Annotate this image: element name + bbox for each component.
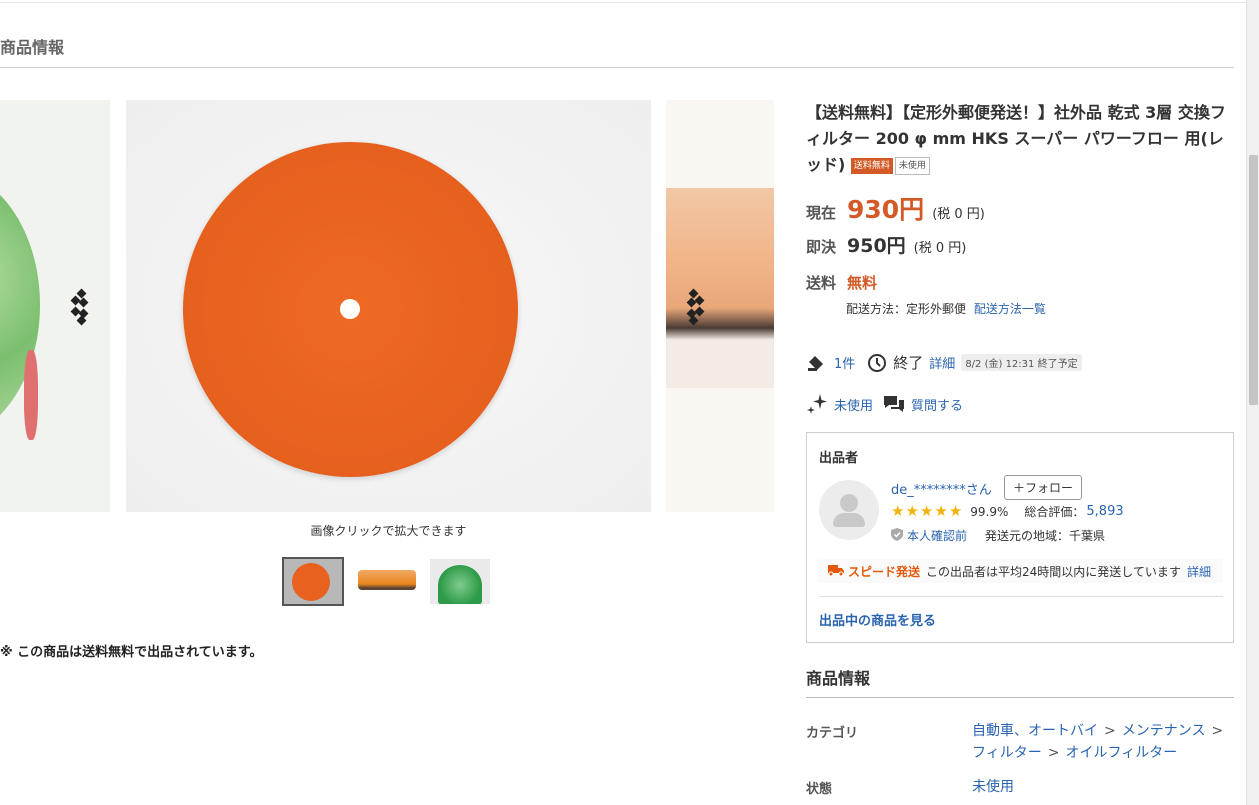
rating-percent: 99.9% bbox=[970, 504, 1009, 519]
star-rating: ★ ★ ★ ★ ★ bbox=[891, 504, 962, 519]
speed-shipping-text: この出品者は平均24時間以内に発送しています bbox=[926, 564, 1181, 579]
total-rating-label: 総合評価： bbox=[1024, 505, 1085, 519]
star-icon: ★ bbox=[919, 502, 934, 520]
gallery-prev-arrow-icon[interactable] bbox=[68, 286, 96, 328]
unused-badge: 未使用 bbox=[894, 157, 930, 175]
shipping-label: 送料 bbox=[806, 274, 837, 292]
condition-question-row: 未使用 質問する bbox=[806, 392, 963, 416]
info-heading: 商品情報 bbox=[806, 669, 871, 688]
top-divider bbox=[0, 0, 1246, 3]
speed-shipping-label: スピード発送 bbox=[848, 564, 921, 579]
total-rating-link[interactable]: 5,893 bbox=[1086, 504, 1123, 519]
category-breadcrumb: 自動車、オートバイ > メンテナンス > フィルター > オイルフィルター bbox=[972, 723, 1224, 761]
gallery-main-image[interactable] bbox=[126, 100, 651, 512]
star-icon: ★ bbox=[891, 502, 905, 520]
end-date: 8/2 (金) 12:31 終了予定 bbox=[961, 354, 1082, 371]
seller-name-link[interactable]: de_********さん bbox=[891, 479, 992, 498]
ask-question-link[interactable]: 質問する bbox=[911, 395, 963, 414]
current-price-tax: (税 0 円) bbox=[932, 207, 985, 222]
bid-end-row: 1件 終了 詳細 8/2 (金) 12:31 終了予定 bbox=[806, 352, 1082, 373]
truck-icon bbox=[819, 563, 848, 580]
star-icon: ★ bbox=[934, 502, 948, 520]
current-price-label: 現在 bbox=[806, 204, 837, 222]
speed-shipping-tag: スピード発送 bbox=[819, 563, 920, 580]
free-shipping-badge: 送料無料 bbox=[850, 158, 893, 174]
thumbnail-3[interactable] bbox=[430, 559, 490, 604]
follow-button[interactable]: ＋フォロー bbox=[1004, 475, 1082, 500]
buyout-price-label: 即決 bbox=[806, 238, 837, 256]
thumbnail-1[interactable] bbox=[282, 557, 344, 606]
thumbnail-strip bbox=[282, 557, 490, 606]
section-divider bbox=[0, 67, 1234, 68]
product-photo bbox=[183, 142, 518, 477]
current-price-value: 930円 bbox=[847, 195, 925, 224]
buyout-price-row: 即決 950円 (税 0 円) bbox=[806, 231, 966, 258]
end-detail-link[interactable]: 詳細 bbox=[929, 353, 955, 372]
bid-count-link[interactable]: 1件 bbox=[834, 353, 855, 372]
star-icon: ★ bbox=[948, 502, 963, 520]
seller-heading: 出品者 bbox=[819, 451, 859, 466]
category-label: カテゴリ bbox=[806, 726, 859, 741]
product-title: 【送料無料】【定形外郵便発送！】社外品 乾式 3層 交換フィルター 200 φ … bbox=[806, 100, 1226, 178]
current-price-row: 現在 930円 (税 0 円) bbox=[806, 190, 985, 226]
seller-panel: 出品者 de_********さん ＋フォロー ★ ★ ★ ★ ★ 99.9% 総合評価… bbox=[806, 432, 1234, 643]
clock-icon bbox=[867, 353, 887, 373]
end-label: 終了 bbox=[893, 354, 924, 372]
free-shipping-note: ※ この商品は送料無料で出品されています。 bbox=[0, 645, 263, 660]
section-title: 商品情報 bbox=[0, 38, 65, 57]
seller-items-link[interactable]: 出品中の商品を見る bbox=[819, 610, 936, 629]
shipping-methods-link[interactable]: 配送方法一覧 bbox=[974, 302, 1046, 316]
sparkle-icon bbox=[806, 392, 830, 416]
shipping-value: 無料 bbox=[847, 274, 878, 292]
seller-region: 発送元の地域：千葉県 bbox=[985, 529, 1106, 543]
condition-value-link[interactable]: 未使用 bbox=[972, 776, 1232, 798]
shipping-row: 送料 無料 bbox=[806, 272, 877, 293]
verify-row: 本人確認前 発送元の地域：千葉県 bbox=[891, 527, 1105, 544]
buyout-price-value: 950円 bbox=[847, 235, 906, 257]
chat-icon bbox=[883, 394, 905, 414]
speed-shipping-row: スピード発送 この出品者は平均24時間以内に発送しています 詳細 bbox=[819, 559, 1223, 583]
gallery-caption: 画像クリックで拡大できます bbox=[310, 524, 467, 538]
page-scrollbar[interactable] bbox=[1246, 0, 1259, 805]
category-link-2[interactable]: メンテナンス bbox=[1122, 723, 1206, 739]
condition-link[interactable]: 未使用 bbox=[834, 395, 873, 414]
gavel-icon bbox=[806, 353, 826, 373]
category-link-1[interactable]: 自動車、オートバイ bbox=[972, 723, 1098, 739]
info-divider bbox=[806, 697, 1234, 698]
category-link-3[interactable]: フィルター bbox=[972, 745, 1042, 761]
seller-rating: ★ ★ ★ ★ ★ 99.9% 総合評価： 5,893 bbox=[891, 503, 1124, 520]
shipping-method: 配送方法：定形外郵便 配送方法一覧 bbox=[846, 300, 1046, 317]
thumbnail-2[interactable] bbox=[356, 557, 418, 606]
shield-icon bbox=[891, 527, 903, 544]
gallery-next-arrow-icon[interactable] bbox=[679, 286, 707, 328]
condition-label: 状態 bbox=[806, 782, 833, 797]
category-link-4[interactable]: オイルフィルター bbox=[1065, 745, 1177, 761]
scrollbar-thumb[interactable] bbox=[1249, 155, 1258, 405]
avatar[interactable] bbox=[819, 480, 879, 540]
speed-detail-link[interactable]: 詳細 bbox=[1187, 563, 1211, 580]
identity-status-link[interactable]: 本人確認前 bbox=[907, 527, 967, 544]
seller-divider bbox=[819, 596, 1223, 597]
shipping-method-text: 配送方法：定形外郵便 bbox=[846, 302, 967, 316]
buyout-price-tax: (税 0 円) bbox=[913, 241, 967, 256]
star-icon: ★ bbox=[905, 502, 919, 520]
